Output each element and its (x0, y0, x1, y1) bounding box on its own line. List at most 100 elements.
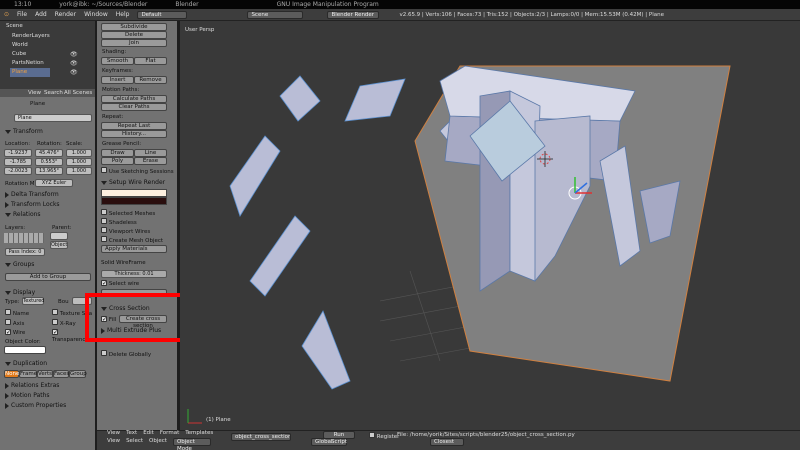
render-engine-select[interactable]: Blender Render (327, 10, 380, 19)
dup-tab-verts[interactable]: Verts (37, 370, 53, 378)
rotation-mode-select[interactable]: XYZ Euler (35, 179, 73, 187)
outliner-item-plane[interactable]: Plane (12, 69, 27, 75)
clear-paths-button[interactable]: Clear Paths (101, 103, 167, 111)
parent-type-select[interactable]: Object (50, 241, 68, 249)
eye-icon[interactable]: 👁 (70, 51, 78, 58)
delete-globally-option[interactable]: Delete Globally (101, 350, 151, 358)
display-type-select[interactable]: Textured (22, 297, 44, 305)
location-y[interactable]: -1.785 (4, 158, 32, 166)
viewport-menu-select[interactable]: Select (126, 438, 143, 446)
setup-wire-render-header[interactable]: Setup Wire Render (101, 179, 165, 186)
scale-y[interactable]: 1.000 (66, 158, 92, 166)
custom-properties-header[interactable]: Custom Properties (5, 402, 66, 409)
background-color-swatch[interactable] (101, 197, 167, 205)
mode-select[interactable]: Object Mode (172, 438, 211, 450)
screen-layout-select[interactable]: Default (137, 10, 188, 19)
grease-erase-button[interactable]: Erase (134, 157, 167, 165)
outliner-item-world[interactable]: World (12, 42, 28, 48)
location-z[interactable]: -2.0023 (4, 167, 32, 175)
text-menu-format[interactable]: Format (160, 430, 179, 436)
relations-header[interactable]: Relations (5, 211, 41, 218)
dup-tab-frames[interactable]: Frames (19, 370, 40, 378)
display-name-option[interactable]: Name (5, 309, 29, 317)
text-menu-view[interactable]: View (107, 430, 120, 436)
grease-poly-button[interactable]: Poly (101, 157, 134, 165)
scale-z[interactable]: 1.000 (66, 167, 92, 175)
duplication-header[interactable]: Duplication (5, 360, 47, 367)
thickness-field[interactable]: Thickness: 0.01 (101, 270, 167, 278)
menu-render[interactable]: Render (51, 11, 80, 18)
rotation-z[interactable]: 13.965° (35, 167, 63, 175)
tab-all-scenes[interactable]: All Scenes (64, 90, 92, 96)
subdivide-button[interactable]: Subdivide (101, 23, 167, 31)
apply-materials-button[interactable]: Apply Materials (101, 245, 167, 253)
selected-meshes-option[interactable]: Selected Meshes (101, 209, 155, 217)
taskbar-window-blender[interactable]: Blender (175, 1, 198, 8)
viewport-wires-option[interactable]: Viewport Wires (101, 227, 150, 235)
scale-x[interactable]: 1.000 (66, 149, 92, 157)
pass-index-field[interactable]: Pass Index: 0 (5, 248, 45, 256)
scene-select[interactable]: Scene (247, 10, 304, 19)
snap-target-select[interactable]: Closest (430, 438, 464, 446)
outliner-item-scene[interactable]: Scene (6, 23, 23, 29)
menu-help[interactable]: Help (112, 11, 134, 18)
grease-draw-button[interactable]: Draw (101, 149, 134, 157)
tab-view[interactable]: View (28, 90, 41, 96)
location-x[interactable]: -1.9237 (4, 149, 32, 157)
viewport-menu-object[interactable]: Object (149, 438, 167, 446)
add-to-group-button[interactable]: Add to Group (5, 273, 91, 281)
shadeless-option[interactable]: Shadeless (101, 218, 137, 226)
text-menu-templates[interactable]: Templates (185, 430, 213, 436)
object-name-field[interactable]: Plane (14, 114, 92, 122)
object-color-swatch[interactable] (4, 346, 46, 354)
eye-icon[interactable]: 👁 (70, 69, 78, 76)
blender-logo-icon[interactable]: ⊙ (0, 11, 13, 18)
use-sketching-sessions-option[interactable]: Use Sketching Sessions (101, 167, 174, 175)
motion-paths-header[interactable]: Motion Paths (5, 392, 50, 399)
text-datablock-field[interactable]: object_cross_section.py (231, 433, 291, 441)
text-menu-edit[interactable]: Edit (143, 430, 154, 436)
delta-transform-header[interactable]: Delta Transform (5, 191, 59, 198)
outliner-item-cube[interactable]: Cube (12, 51, 26, 57)
run-script-button[interactable]: Run Script (323, 431, 355, 445)
dup-tab-none[interactable]: None (4, 370, 19, 378)
3d-viewport[interactable]: User Persp (1) Plane (180, 21, 800, 430)
repeat-last-button[interactable]: Repeat Last (101, 122, 167, 130)
layer-grid[interactable] (4, 233, 44, 243)
rotation-x[interactable]: 45.476° (35, 149, 63, 157)
register-option[interactable]: Register (369, 432, 399, 440)
relations-extras-header[interactable]: Relations Extras (5, 382, 59, 389)
dup-tab-faces[interactable]: Faces (53, 370, 69, 378)
text-menu-text[interactable]: Text (126, 430, 137, 436)
taskbar-window-terminal[interactable]: york@ibk: ~/Sources/Blender (59, 1, 147, 8)
eye-icon[interactable]: 👁 (70, 60, 78, 67)
rotation-y[interactable]: 0.553° (35, 158, 63, 166)
insert-keyframe-button[interactable]: Insert (101, 76, 134, 84)
display-header[interactable]: Display (5, 289, 35, 296)
wire-color-swatch[interactable] (101, 189, 167, 197)
flat-button[interactable]: Flat (134, 57, 167, 65)
join-button[interactable]: Join (101, 39, 167, 47)
grease-line-button[interactable]: Line (134, 149, 167, 157)
calculate-paths-button[interactable]: Calculate Paths (101, 95, 167, 103)
display-wire-option[interactable]: Wire (5, 329, 25, 336)
transform-locks-header[interactable]: Transform Locks (5, 201, 60, 208)
parent-object-field[interactable] (50, 232, 68, 240)
tab-search[interactable]: Search (44, 90, 63, 96)
outliner-item-renderlayers[interactable]: RenderLayers (12, 33, 50, 39)
menu-file[interactable]: File (13, 11, 31, 18)
outliner-item-partsnetion[interactable]: PartsNetion (12, 60, 44, 66)
history-button[interactable]: History... (101, 130, 167, 138)
create-mesh-object-option[interactable]: Create Mesh Object (101, 236, 163, 244)
cross-section-slices[interactable] (229, 75, 406, 390)
taskbar-window-gimp[interactable]: GNU Image Manipulation Program (277, 1, 379, 8)
delete-button[interactable]: Delete (101, 31, 167, 39)
menu-add[interactable]: Add (31, 11, 51, 18)
display-xray-option[interactable]: X-Ray (52, 319, 76, 327)
groups-header[interactable]: Groups (5, 261, 34, 268)
smooth-button[interactable]: Smooth (101, 57, 134, 65)
select-wire-option[interactable]: Select wire (101, 280, 139, 287)
remove-keyframe-button[interactable]: Remove (134, 76, 167, 84)
display-axis-option[interactable]: Axis (5, 319, 24, 327)
transform-header[interactable]: Transform (5, 128, 43, 135)
